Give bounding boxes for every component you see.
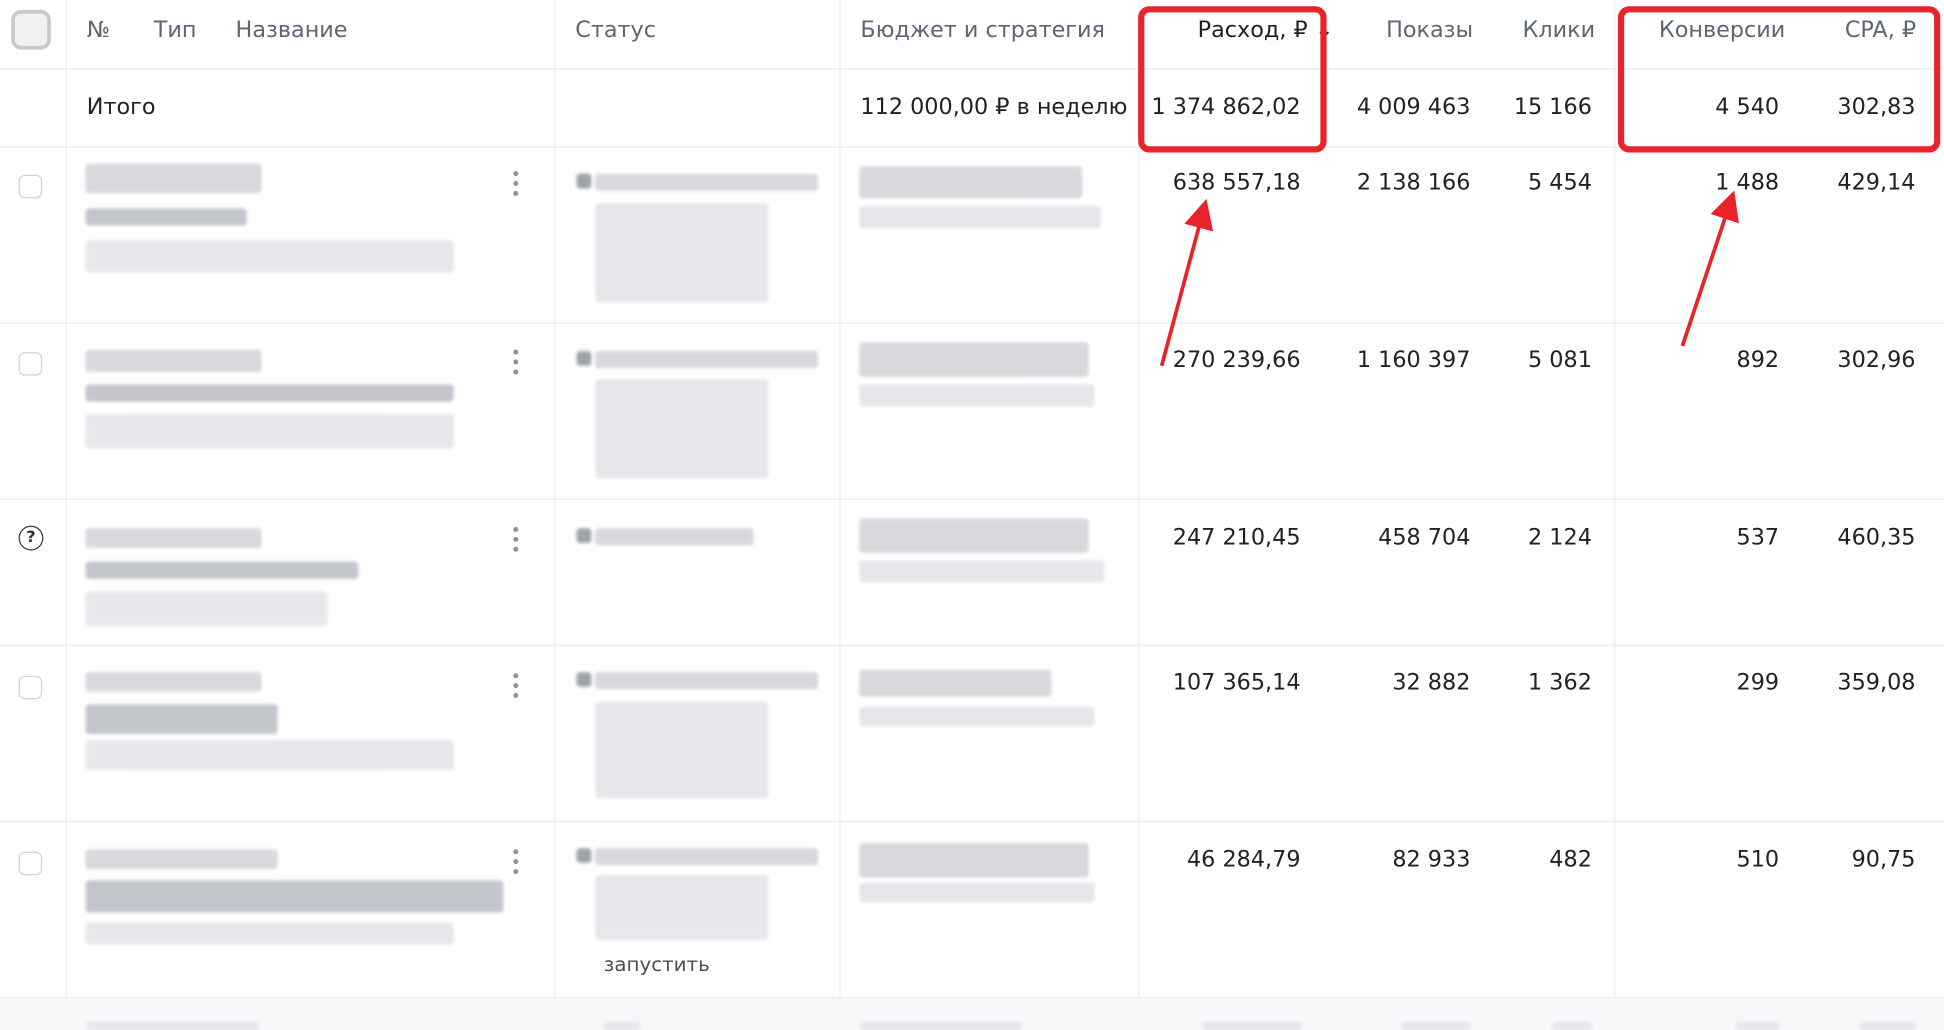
annotation-arrows (1159, 190, 1739, 367)
arrow-to-conversions (1680, 190, 1739, 347)
campaigns-table: № Тип Название Статус Бюджет и стратегия… (0, 0, 1944, 1030)
arrow-to-spend (1159, 198, 1214, 367)
